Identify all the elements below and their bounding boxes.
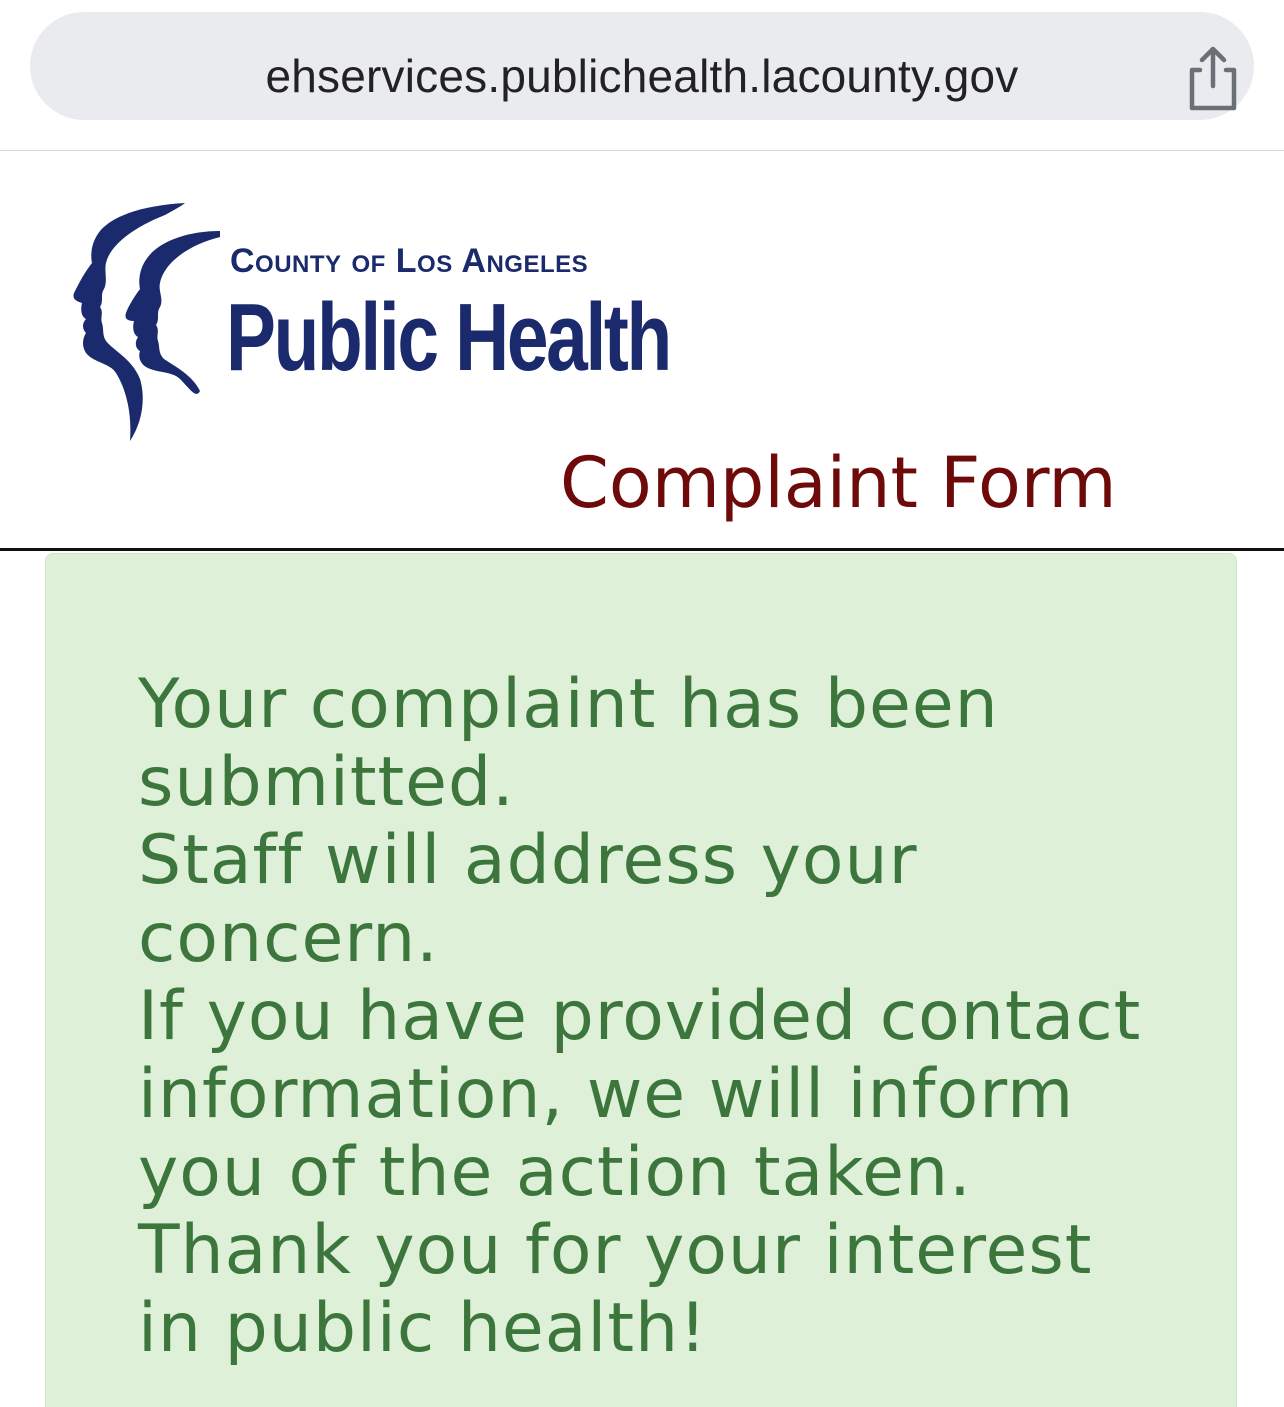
success-message: Your complaint has been submitted. Staff…	[138, 666, 1218, 1368]
public-health-logo[interactable]: County of Los Angeles Public Health	[70, 201, 770, 446]
message-line: you of the action taken.	[138, 1133, 972, 1212]
page-header: County of Los Angeles Public Health Comp…	[0, 151, 1284, 549]
url-text[interactable]: ehservices.publichealth.lacounty.gov	[30, 48, 1254, 104]
message-line: Your complaint has been	[138, 665, 999, 744]
message-line: in public health!	[138, 1289, 708, 1368]
message-line: Thank you for your interest	[138, 1211, 1093, 1290]
message-line: information, we will inform	[138, 1055, 1075, 1134]
success-alert: Your complaint has been submitted. Staff…	[45, 553, 1237, 1407]
browser-toolbar: ehservices.publichealth.lacounty.gov	[0, 0, 1284, 151]
logo-public-health-text: Public Health	[226, 284, 672, 391]
message-line: If you have provided contact	[138, 977, 1142, 1056]
profile-silhouettes-icon	[73, 203, 220, 441]
address-bar[interactable]: ehservices.publichealth.lacounty.gov	[30, 12, 1254, 120]
header-divider	[0, 548, 1284, 551]
message-line: concern.	[138, 899, 439, 978]
logo-county-text: County of Los Angeles	[230, 242, 589, 280]
message-line: Staff will address your	[138, 821, 918, 900]
share-icon[interactable]	[1180, 44, 1246, 114]
message-line: submitted.	[138, 743, 515, 822]
page-title: Complaint Form	[560, 442, 1117, 524]
